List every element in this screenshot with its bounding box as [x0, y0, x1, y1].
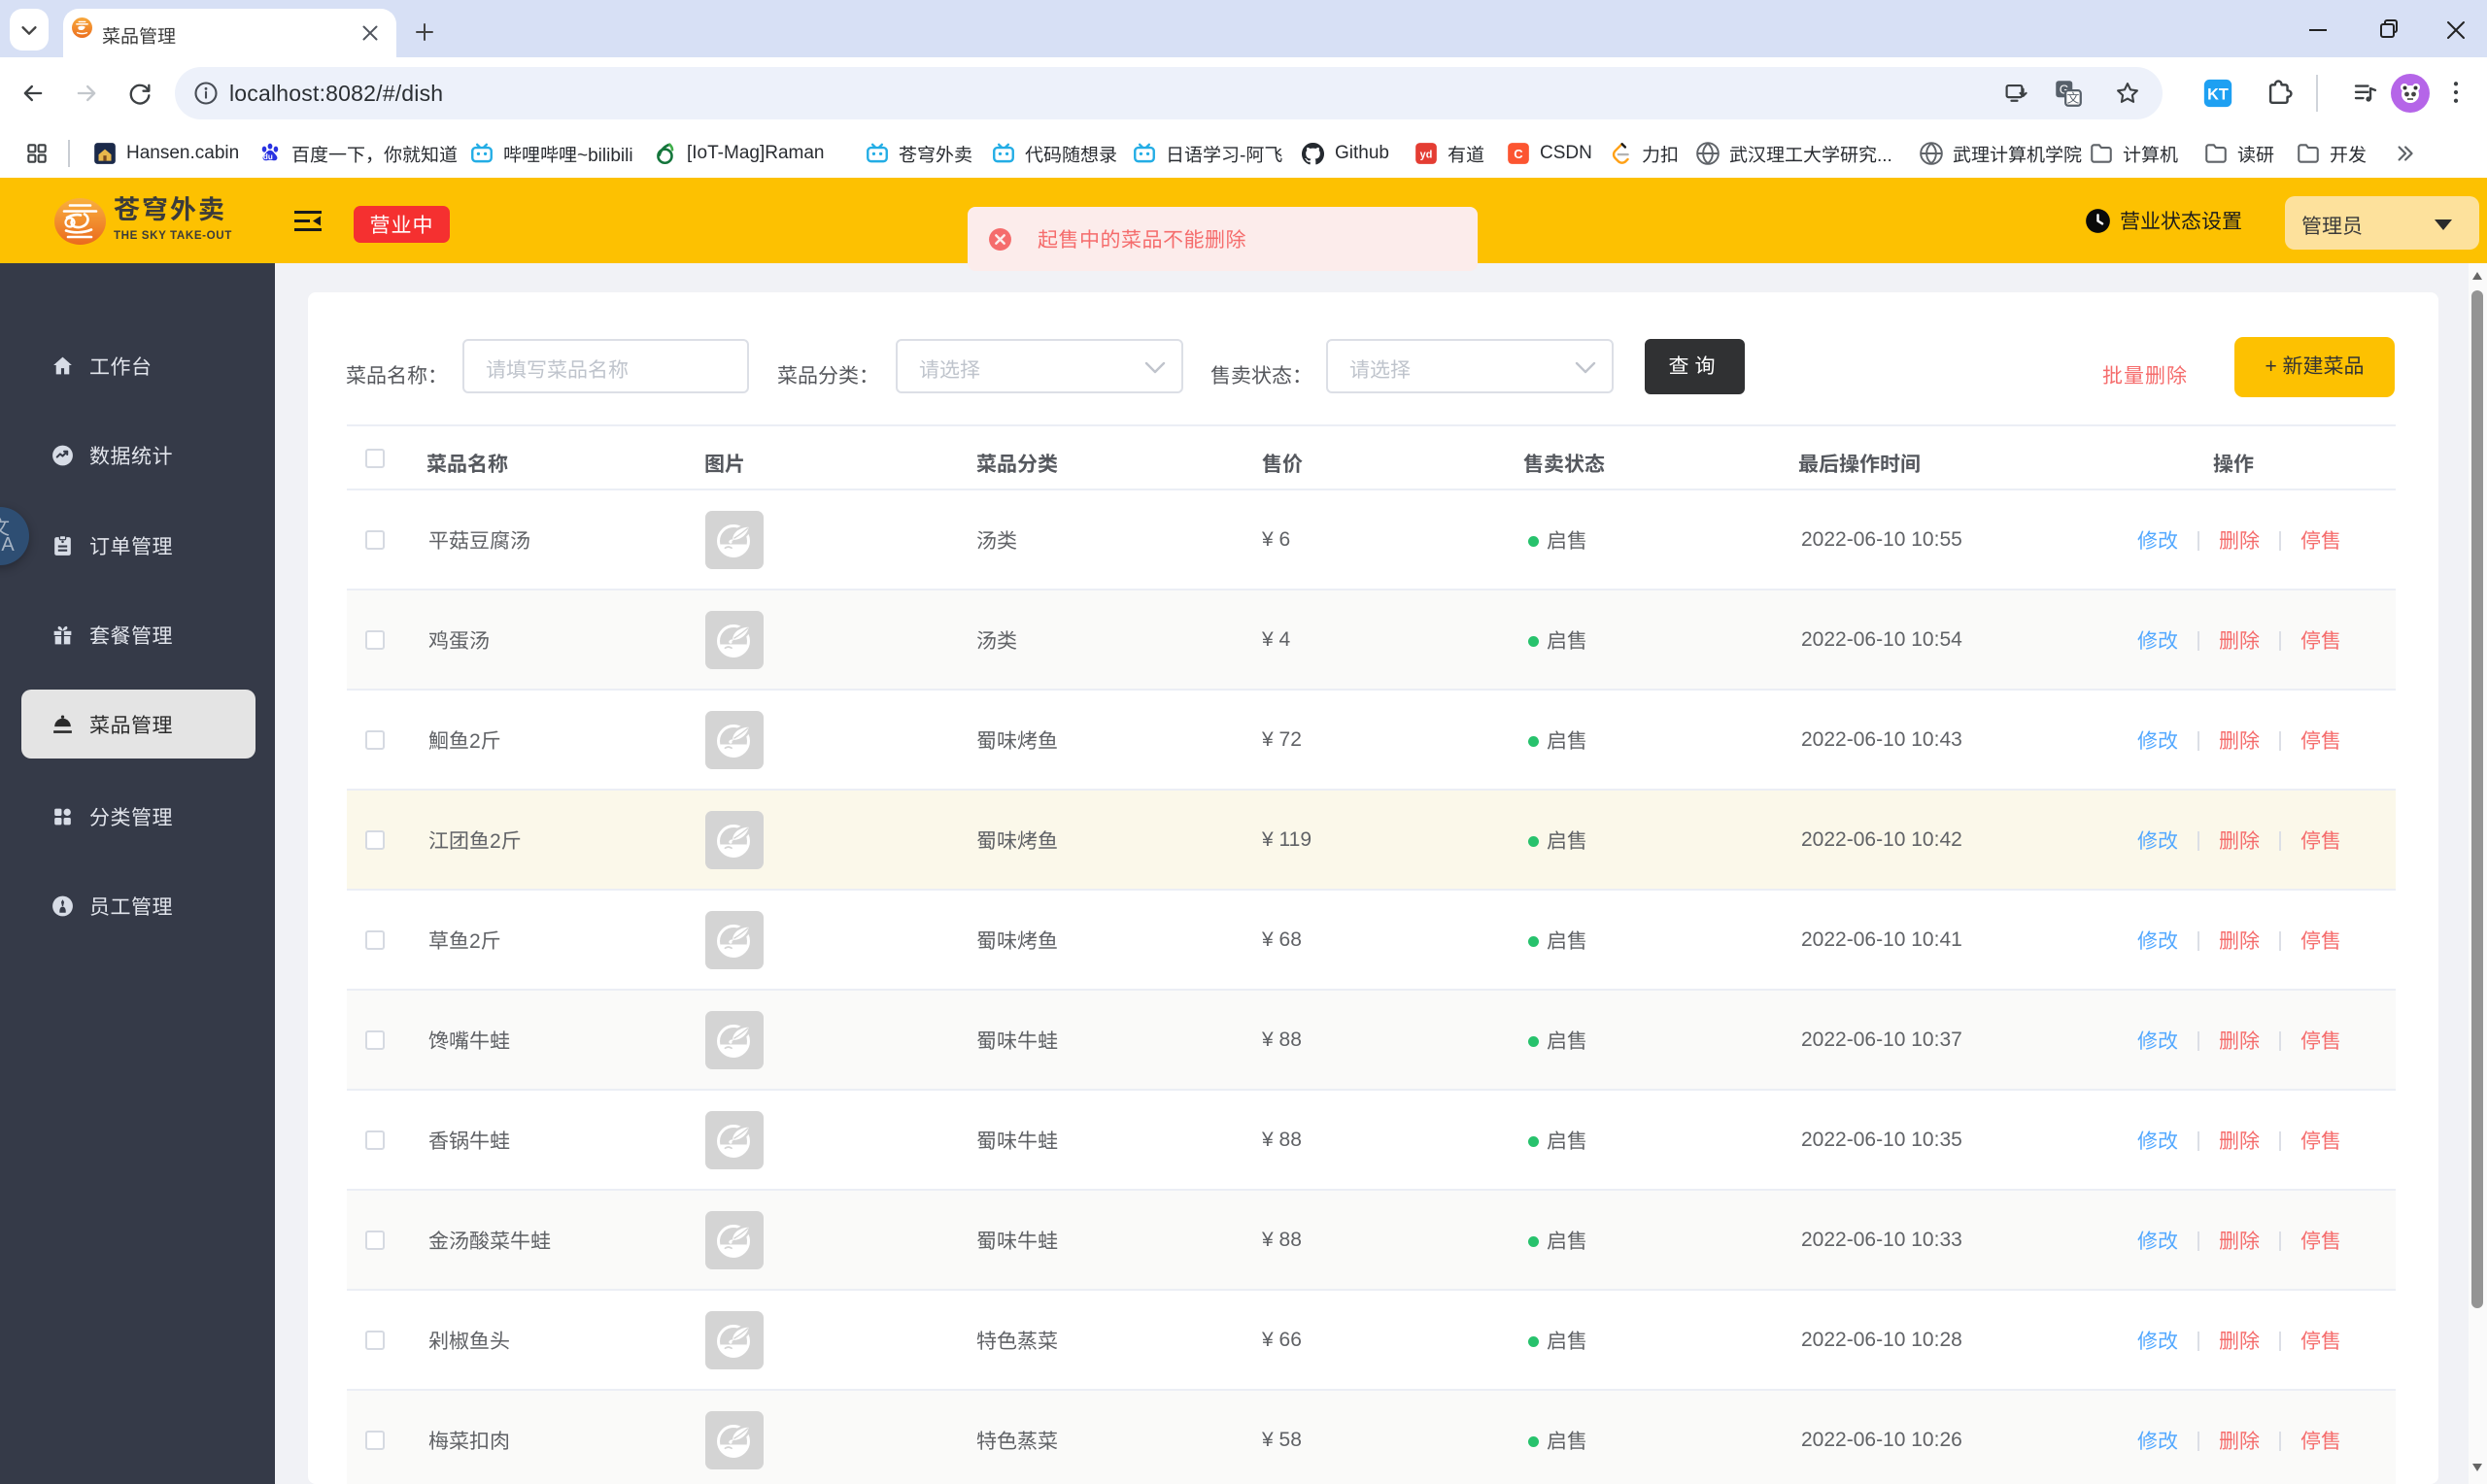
svg-text:C: C	[1514, 147, 1523, 161]
svg-text:du: du	[263, 152, 273, 161]
svg-text:A: A	[1, 534, 15, 556]
svg-text:文: 文	[2067, 88, 2080, 107]
svg-text:KT: KT	[2207, 85, 2229, 103]
svg-text:yd: yd	[1420, 149, 1433, 160]
